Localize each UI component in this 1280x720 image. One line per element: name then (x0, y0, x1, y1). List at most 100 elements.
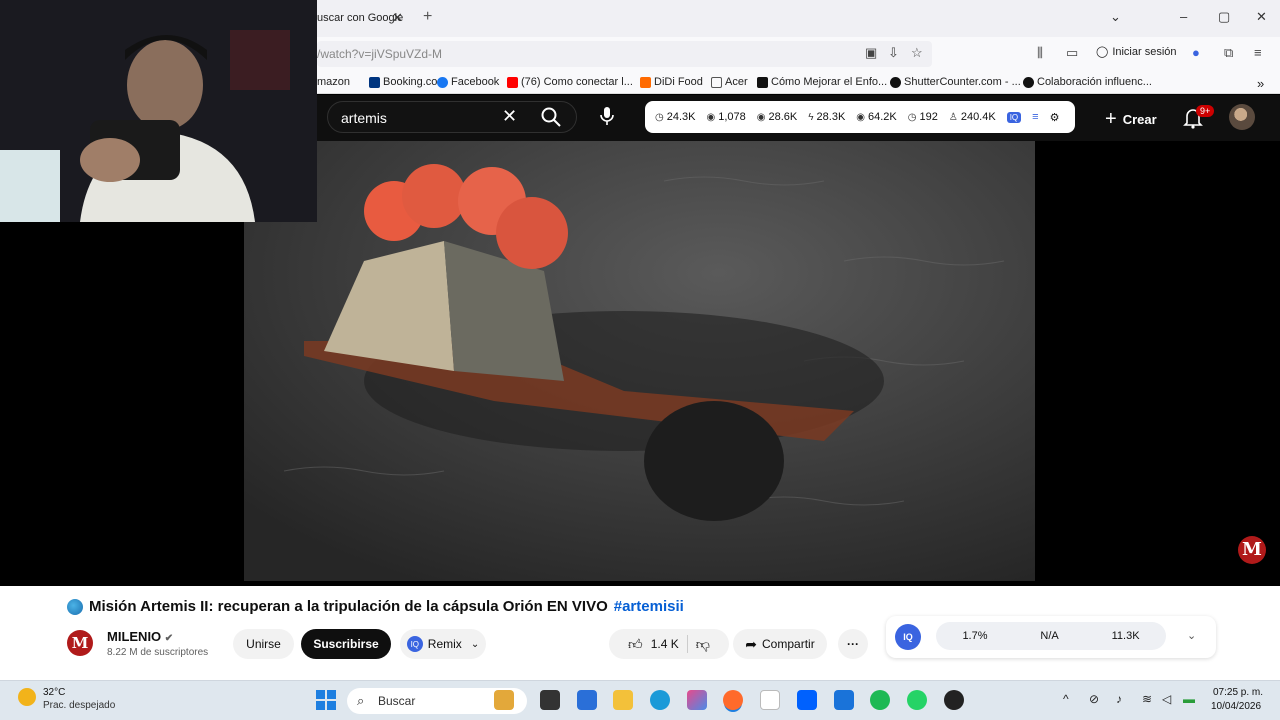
vidiq-icon: IQ (406, 636, 423, 652)
list-icon[interactable]: ≡ (1032, 111, 1038, 123)
spotify-icon[interactable] (870, 690, 890, 710)
network-off-icon[interactable]: ⊘ (1089, 692, 1099, 706)
like-dislike-group[interactable]: 👍︎ 1.4 K 👎︎ (609, 629, 729, 659)
user-avatar[interactable] (1229, 104, 1255, 130)
vidiq-icon[interactable]: IQ (1006, 111, 1022, 123)
microsoft-store-icon[interactable] (577, 690, 597, 710)
vidiq-stats-bar: ◷ 24.3K ◉ 1,078 ◉ 28.6K ϟ 28.3K ◉ 64.2K ◷ 192 … (645, 101, 1075, 133)
youtube-icon (507, 76, 518, 88)
taskbar-search-placeholder[interactable]: Buscar (378, 694, 415, 708)
stat-item: ◉ 28.6K (756, 111, 798, 123)
whatsapp-icon[interactable] (907, 690, 927, 710)
subscribe-button[interactable]: Suscribirse (301, 629, 391, 659)
battery-icon[interactable]: ▬ (1183, 692, 1195, 706)
video-title: Misión Artemis II: recuperan a la tripul… (67, 598, 684, 615)
signin-label: Iniciar sesión (1112, 45, 1177, 58)
channel-avatar[interactable]: M (67, 630, 93, 656)
eye-icon: ◉ (856, 111, 866, 123)
facebook-icon (437, 76, 448, 88)
address-text[interactable]: /watch?v=jiVSpuVZd-M (317, 47, 442, 61)
weather-temperature[interactable]: 32°C (43, 687, 65, 698)
page-icon (1023, 76, 1034, 88)
close-window-icon[interactable]: ✕ (1256, 9, 1267, 25)
timer-icon: ◷ (907, 111, 917, 123)
clear-search-icon[interactable]: ✕ (502, 106, 517, 127)
reader-view-icon[interactable]: ▣ (865, 45, 877, 61)
tab-close-icon[interactable]: ✕ (392, 10, 403, 26)
hashtag-link[interactable]: #artemisii (614, 598, 684, 615)
video-player[interactable] (244, 141, 1035, 581)
sidebar-icon[interactable]: ▭ (1066, 45, 1078, 61)
minimize-icon[interactable]: – (1180, 9, 1187, 24)
extensions-icon[interactable]: ⧉ (1224, 45, 1233, 61)
library-icon[interactable]: ⫼ (1037, 45, 1043, 61)
bookmark-item[interactable]: Booking.com (369, 76, 447, 88)
bookmark-item[interactable]: DiDi Food (640, 76, 703, 88)
search-icon[interactable] (540, 106, 562, 133)
settings-icon[interactable]: ⚙ (1050, 111, 1060, 124)
milenio-watermark-logo: M (1238, 536, 1266, 564)
bookmark-item[interactable]: mazon (317, 76, 350, 88)
weather-description[interactable]: Prac. despejado (43, 700, 115, 711)
menu-icon[interactable]: ≡ (1254, 45, 1262, 60)
weather-sun-icon[interactable] (18, 688, 36, 706)
start-button[interactable] (316, 690, 336, 710)
more-bookmarks-icon[interactable]: » (1257, 76, 1264, 91)
wifi-icon[interactable]: ≋ (1142, 692, 1152, 706)
signin-button[interactable]: ◯ Iniciar sesión (1096, 45, 1177, 59)
firefox-icon[interactable] (723, 690, 743, 710)
search-icon: ⌕ (357, 693, 365, 708)
copilot-icon[interactable] (687, 690, 707, 710)
vidiq-logo-icon[interactable]: IQ (895, 624, 921, 650)
bookmark-item[interactable]: Colaboración influenc... (1023, 76, 1152, 88)
divider (686, 635, 688, 653)
vidiq-metrics: 1.7% N/A 11.3K (936, 622, 1166, 650)
task-view-icon[interactable] (540, 690, 560, 710)
save-pocket-icon[interactable]: ⇩ (888, 45, 899, 61)
share-button[interactable]: ➦ Compartir (733, 629, 827, 659)
thumbs-up-icon[interactable]: 👍︎ (628, 636, 643, 653)
more-actions-button[interactable]: ··· (838, 629, 868, 659)
outlook-icon[interactable] (834, 690, 854, 710)
obs-icon[interactable] (944, 690, 964, 710)
channel-name[interactable]: MILENIO ✔ (107, 629, 173, 644)
maximize-icon[interactable]: ▢ (1218, 9, 1230, 25)
globe-icon (67, 598, 83, 615)
amazon-icon[interactable] (760, 690, 780, 710)
booking-icon (369, 76, 380, 88)
join-button[interactable]: Unirse (233, 629, 294, 659)
vidiq-extension-icon[interactable]: ● (1192, 45, 1200, 60)
search-query[interactable]: artemis (341, 110, 387, 126)
tray-overflow-icon[interactable]: ^ (1063, 692, 1069, 706)
microphone-icon[interactable]: ♪ (1116, 692, 1122, 706)
bookmark-item[interactable]: Cómo Mejorar el Enfo... (757, 76, 887, 88)
didi-icon (640, 76, 651, 88)
person-icon: ♙ (948, 111, 958, 123)
chevron-down-icon: ⌄ (470, 638, 480, 650)
subscriber-count: 8.22 M de suscriptores (107, 647, 209, 658)
search-highlight-icon[interactable] (494, 690, 514, 710)
bookmark-item[interactable]: ShutterCounter.com - ... (890, 76, 1021, 88)
remix-button[interactable]: IQ Remix ⌄ (400, 629, 486, 659)
create-button[interactable]: + Crear (1105, 108, 1157, 131)
notification-badge: 9+ (1196, 105, 1215, 117)
bookmark-item[interactable]: Facebook (437, 76, 499, 88)
stat-item: ♙ 240.4K (948, 111, 996, 123)
camera-icon (890, 76, 901, 88)
dropbox-icon[interactable] (797, 690, 817, 710)
new-tab-icon[interactable]: + (423, 8, 432, 26)
tab-list-chevron-icon[interactable]: ⌄ (1110, 9, 1121, 25)
edge-icon[interactable] (650, 690, 670, 710)
chevron-down-icon[interactable]: ⌄ (1187, 629, 1196, 642)
folder-icon (711, 76, 722, 88)
microphone-icon[interactable] (597, 105, 617, 132)
file-explorer-icon[interactable] (613, 690, 633, 710)
clock-time[interactable]: 07:25 p. m. (1213, 687, 1263, 698)
clock-date[interactable]: 10/04/2026 (1211, 701, 1261, 712)
thumbs-down-icon[interactable]: 👎︎ (696, 636, 710, 653)
bookmark-item[interactable]: Acer (711, 76, 748, 88)
bookmark-item[interactable]: (76) Como conectar l... (507, 76, 633, 88)
tab-title[interactable]: uscar con Google (317, 12, 403, 24)
bookmark-star-icon[interactable]: ☆ (911, 45, 923, 61)
volume-icon[interactable]: ◁ (1162, 692, 1171, 706)
